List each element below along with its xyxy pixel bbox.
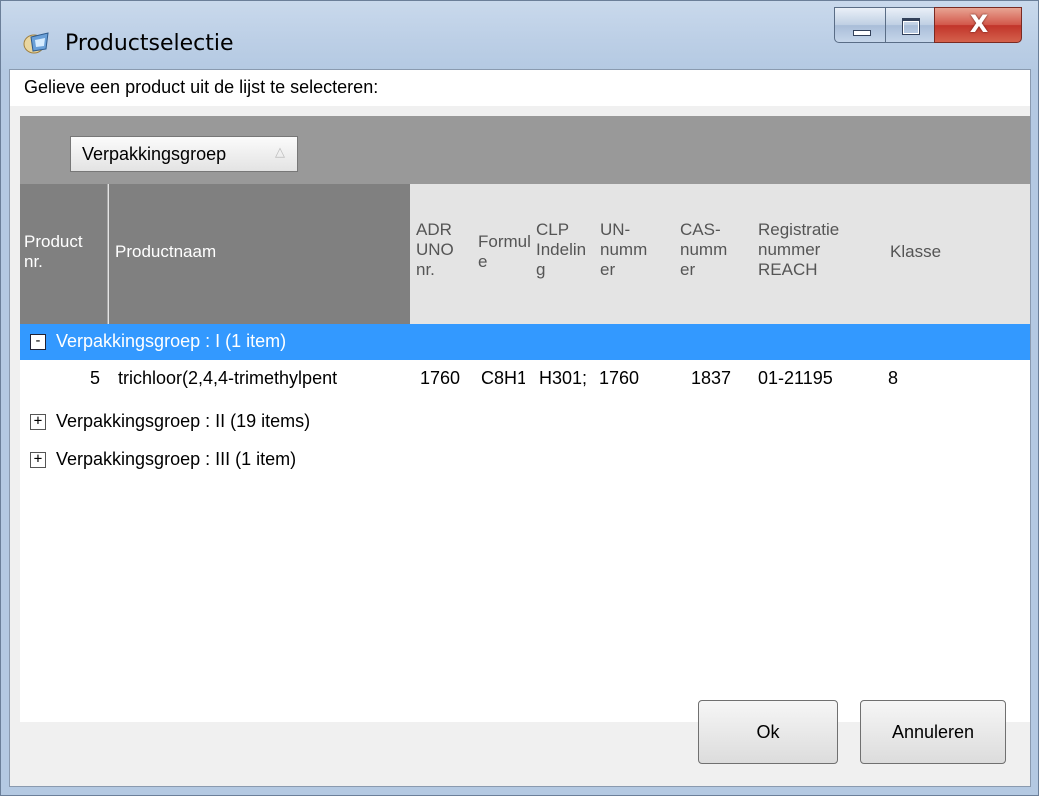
col-header-klasse[interactable]: Klasse xyxy=(878,184,1030,324)
cell-adr-uno-nr: 1760 xyxy=(420,368,461,388)
col-header-registratienummer-reach[interactable]: Registratie nummer REACH xyxy=(746,184,878,324)
product-grid[interactable]: - Verpakkingsgroep : I (1 item) 5 trichl… xyxy=(20,324,1030,722)
column-header-row: Product nr. Productnaam ADR UNO nr. Form… xyxy=(20,184,1030,324)
sort-ascending-icon: △ xyxy=(275,144,285,159)
group-row-verpakkingsgroep-i[interactable]: - Verpakkingsgroep : I (1 item) xyxy=(20,324,1030,360)
cell-klasse: 8 xyxy=(888,368,899,388)
expand-icon[interactable]: + xyxy=(30,414,46,430)
col-header-adr-uno-nr[interactable]: ADR UNO nr. xyxy=(410,184,468,324)
expand-icon[interactable]: + xyxy=(30,452,46,468)
dialog-client: Gelieve een product uit de lijst te sele… xyxy=(9,69,1031,787)
maximize-button[interactable] xyxy=(885,7,935,43)
group-label: Verpakkingsgroep : II (19 items) xyxy=(56,411,311,431)
group-by-label: Verpakkingsgroep xyxy=(82,144,227,164)
cell-productnaam: trichloor(2,4,4-trimethylpent xyxy=(118,368,338,388)
group-by-chip[interactable]: Verpakkingsgroep △ xyxy=(70,136,298,172)
group-row-verpakkingsgroep-iii[interactable]: + Verpakkingsgroep : III (1 item) xyxy=(20,442,1030,478)
cell-un-nummer: 1760 xyxy=(599,368,640,388)
col-header-formule[interactable]: Formul e xyxy=(468,184,531,324)
group-by-panel: Verpakkingsgroep △ xyxy=(20,116,1030,184)
cancel-button[interactable]: Annuleren xyxy=(860,700,1006,764)
col-header-productnaam[interactable]: Productnaam xyxy=(109,184,410,324)
title-bar[interactable]: Productselectie X xyxy=(1,1,1038,69)
close-button[interactable]: X xyxy=(934,7,1022,43)
maximize-icon xyxy=(902,18,920,35)
dialog-window: Productselectie X Gelieve een product ui… xyxy=(0,0,1039,796)
cell-reach: 01-21195 xyxy=(758,368,833,388)
col-header-clp-indeling[interactable]: CLP Indelin g xyxy=(528,184,590,324)
close-icon: X xyxy=(969,10,989,38)
minimize-button[interactable] xyxy=(834,7,886,43)
col-header-product-nr[interactable]: Product nr. xyxy=(20,184,108,324)
cell-formule: C8H1 xyxy=(481,368,525,388)
cell-clp-indeling: H301; xyxy=(539,368,588,388)
ok-button[interactable]: Ok xyxy=(698,700,838,764)
col-header-un-nummer[interactable]: UN- numm er xyxy=(590,184,668,324)
app-icon xyxy=(23,32,49,54)
instruction-text: Gelieve een product uit de lijst te sele… xyxy=(24,77,379,97)
group-row-verpakkingsgroep-ii[interactable]: + Verpakkingsgroep : II (19 items) xyxy=(20,404,1030,440)
cell-product-nr: 5 xyxy=(90,368,101,388)
table-row[interactable]: 5 trichloor(2,4,4-trimethylpent 1760 C8H… xyxy=(20,360,1030,398)
collapse-icon[interactable]: - xyxy=(30,334,46,350)
cell-cas-nummer: 1837 xyxy=(691,368,732,388)
group-label: Verpakkingsgroep : I (1 item) xyxy=(56,331,287,351)
col-header-cas-nummer[interactable]: CAS- numm er xyxy=(668,184,746,324)
minimize-icon xyxy=(853,30,871,36)
window-title: Productselectie xyxy=(65,31,234,56)
instruction-label: Gelieve een product uit de lijst te sele… xyxy=(10,70,1030,106)
group-label: Verpakkingsgroep : III (1 item) xyxy=(56,449,297,469)
